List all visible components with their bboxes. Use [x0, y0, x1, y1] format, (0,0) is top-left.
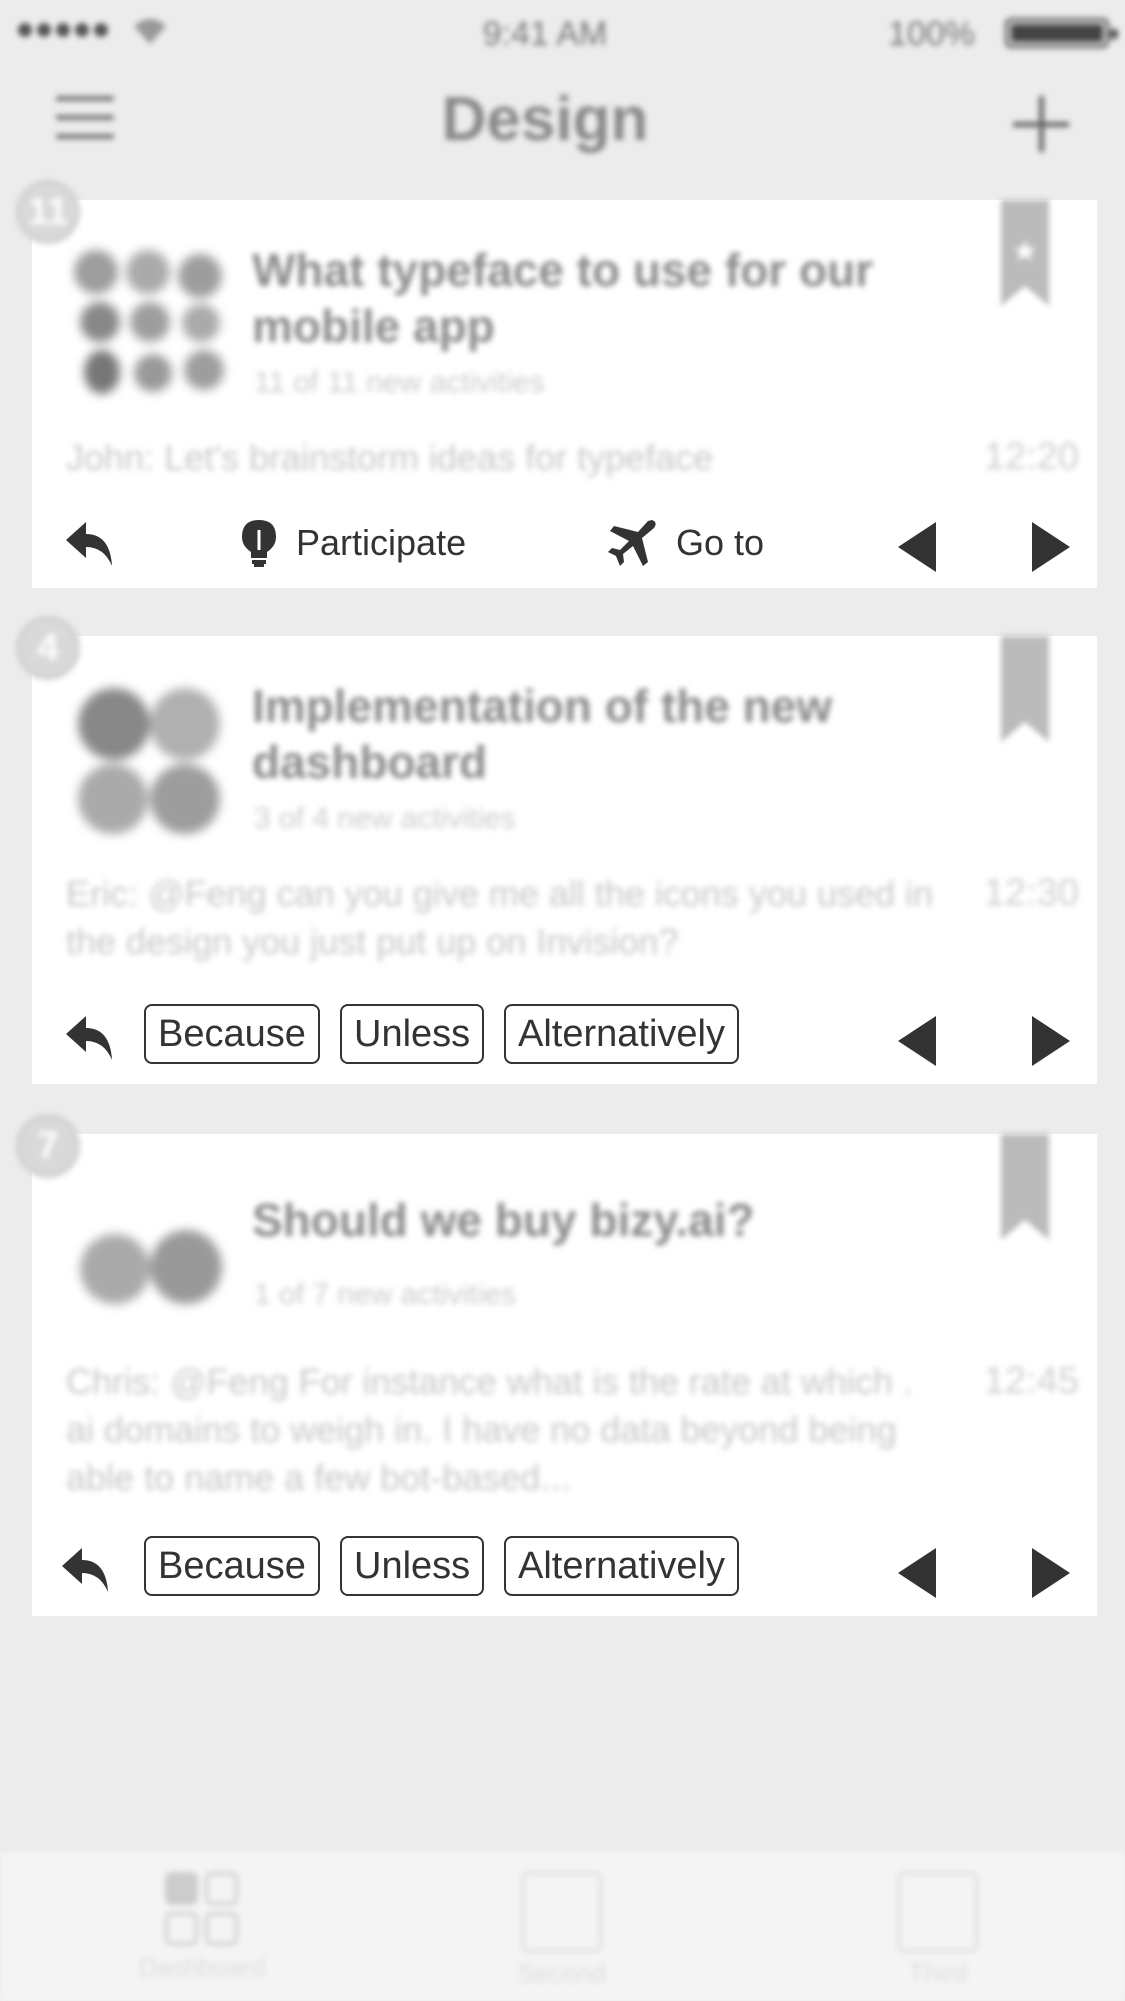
- tab-third[interactable]: Third: [838, 1872, 1038, 1989]
- because-chip[interactable]: Because: [144, 1536, 320, 1596]
- card-subtitle: 11 of 11 new activities: [254, 366, 545, 399]
- card-subtitle: 1 of 7 new activities: [254, 1278, 516, 1311]
- bookmark-filled-icon[interactable]: [1001, 200, 1049, 306]
- avatar-group: [74, 1216, 224, 1366]
- square-icon: [898, 1872, 978, 1952]
- airplane-icon: [608, 520, 656, 566]
- next-arrow-icon[interactable]: [1024, 1546, 1074, 1600]
- alternatively-chip[interactable]: Alternatively: [504, 1536, 739, 1596]
- unless-chip[interactable]: Unless: [340, 1536, 485, 1596]
- tab-bar: Dashboard Second Third: [0, 1852, 1125, 2001]
- go-to-button[interactable]: Go to: [606, 518, 764, 568]
- tab-dashboard[interactable]: Dashboard: [102, 1872, 302, 1983]
- dashboard-grid-icon: [165, 1872, 239, 1946]
- activity-count-badge: 7: [16, 1114, 80, 1178]
- bookmark-icon[interactable]: [1001, 1134, 1049, 1240]
- because-chip[interactable]: Because: [144, 1004, 320, 1064]
- card-timestamp: 12:45: [983, 1360, 1079, 1402]
- card-preview: John: Let's brainstorm ideas for typefac…: [66, 437, 714, 478]
- card-timestamp: 12:20: [983, 436, 1079, 478]
- card-preview: Eric: @Feng can you give me all the icon…: [66, 873, 933, 962]
- card-actions: Because Unless Alternatively: [32, 1004, 1097, 1074]
- page-title: Design: [441, 85, 649, 154]
- discussion-card[interactable]: 4 Implementation of the new dashboard 3 …: [16, 616, 1097, 1084]
- participate-label: Participate: [296, 522, 467, 563]
- previous-arrow-icon[interactable]: [894, 1014, 944, 1068]
- avatar-group: [74, 250, 224, 400]
- bookmark-icon[interactable]: [1001, 636, 1049, 742]
- next-arrow-icon[interactable]: [1024, 520, 1074, 574]
- battery-icon: [1005, 18, 1118, 48]
- status-bar: 9:41 AM 100%: [0, 0, 1125, 66]
- discussion-card[interactable]: 11 What typeface to use for our mobile a…: [16, 180, 1097, 588]
- card-actions: Because Unless Alternatively: [32, 1536, 1097, 1606]
- go-to-label: Go to: [676, 522, 765, 563]
- reply-icon[interactable]: [64, 1012, 118, 1066]
- add-icon[interactable]: [1013, 96, 1069, 152]
- activity-count-badge: 4: [16, 616, 80, 680]
- alternatively-chip[interactable]: Alternatively: [504, 1004, 739, 1064]
- battery-percentage: 100%: [888, 15, 975, 53]
- tab-label: Second: [517, 1958, 607, 1988]
- card-title[interactable]: Should we buy bizy.ai?: [252, 1192, 972, 1248]
- card-title[interactable]: Implementation of the new dashboard: [252, 678, 972, 790]
- nav-bar: Design: [0, 66, 1125, 186]
- previous-arrow-icon[interactable]: [894, 1546, 944, 1600]
- participate-button[interactable]: Participate: [240, 518, 466, 568]
- reply-icon[interactable]: [60, 1544, 114, 1598]
- tab-label: Dashboard: [138, 1952, 266, 1982]
- tab-second[interactable]: Second: [462, 1872, 662, 1989]
- square-icon: [522, 1872, 602, 1952]
- card-timestamp: 12:30: [983, 872, 1079, 914]
- avatar-group: [74, 688, 224, 838]
- previous-arrow-icon[interactable]: [894, 520, 944, 574]
- lightbulb-icon: [242, 520, 276, 567]
- card-title[interactable]: What typeface to use for our mobile app: [252, 242, 972, 354]
- card-actions: Participate Go to: [32, 510, 1097, 580]
- next-arrow-icon[interactable]: [1024, 1014, 1074, 1068]
- tab-label: Third: [908, 1958, 968, 1988]
- card-subtitle: 3 of 4 new activities: [254, 802, 516, 835]
- activity-count-badge: 11: [16, 180, 80, 244]
- reply-icon[interactable]: [64, 518, 118, 572]
- card-preview: Chris: @Feng For instance what is the ra…: [66, 1361, 913, 1498]
- discussion-card[interactable]: 7 Should we buy bizy.ai? 1 of 7 new acti…: [16, 1114, 1097, 1616]
- unless-chip[interactable]: Unless: [340, 1004, 485, 1064]
